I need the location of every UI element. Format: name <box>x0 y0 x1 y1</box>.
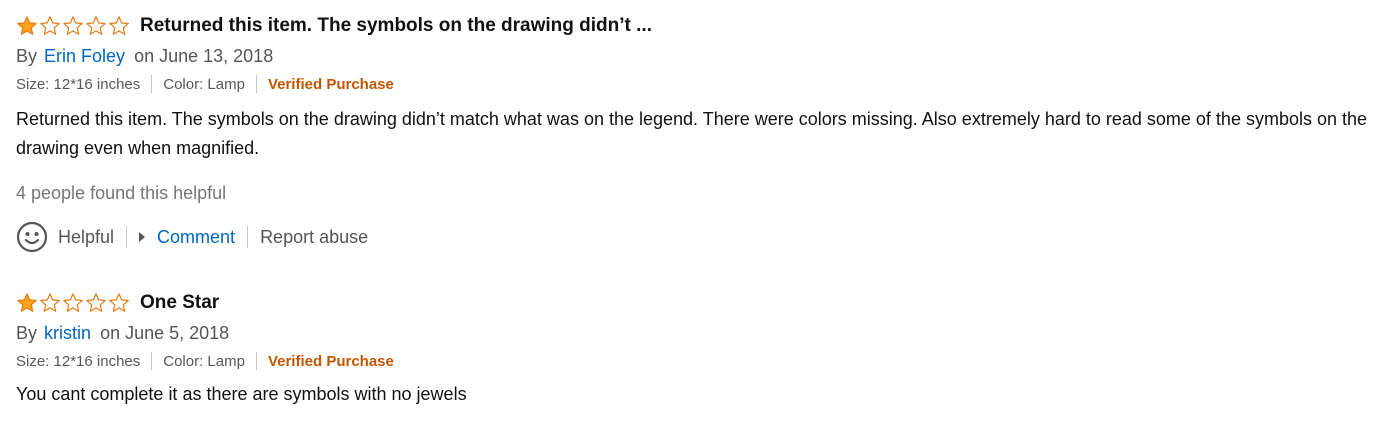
star-empty-icon <box>109 293 129 312</box>
review-date: on June 5, 2018 <box>100 323 230 343</box>
verified-purchase-badge[interactable]: Verified Purchase <box>268 353 394 370</box>
review-meta: Size: 12*16 inches Color: Lamp Verified … <box>16 73 1386 95</box>
helpful-button[interactable]: Helpful <box>58 227 114 248</box>
review-actions: Helpful Comment Report abuse <box>16 221 1386 253</box>
divider <box>151 352 153 370</box>
review-body: You cant complete it as there are symbol… <box>16 384 467 404</box>
star-empty-icon <box>109 16 129 35</box>
star-empty-icon <box>63 293 83 312</box>
star-empty-icon <box>86 16 106 35</box>
by-label: By <box>16 323 38 343</box>
color-variant: Color: Lamp <box>163 75 245 93</box>
helpful-count: 4 people found this helpful <box>16 183 227 203</box>
review: One Star By kristin on June 5, 2018 Size… <box>16 289 1386 409</box>
star-rating[interactable] <box>16 292 131 314</box>
divider <box>255 75 257 93</box>
review-meta: Size: 12*16 inches Color: Lamp Verified … <box>16 350 1386 372</box>
review-header: One Star <box>16 289 1386 317</box>
review-title[interactable]: Returned this item. The symbols on the d… <box>140 15 652 37</box>
review-header: Returned this item. The symbols on the d… <box>16 12 1386 40</box>
star-empty-icon <box>63 16 83 35</box>
star-filled-icon <box>17 16 37 35</box>
star-filled-icon <box>17 293 37 312</box>
divider <box>247 226 249 248</box>
divider <box>151 75 153 93</box>
star-empty-icon <box>40 293 60 312</box>
review: Returned this item. The symbols on the d… <box>16 12 1386 253</box>
review-body: Returned this item. The symbols on the d… <box>16 109 1368 158</box>
author-link[interactable]: Erin Foley <box>44 46 125 66</box>
star-empty-icon <box>86 293 106 312</box>
divider <box>255 352 257 370</box>
author-link[interactable]: kristin <box>44 323 91 343</box>
review-byline: By kristin on June 5, 2018 <box>16 321 1386 345</box>
caret-right-icon <box>139 232 146 242</box>
review-date: on June 13, 2018 <box>134 46 274 66</box>
review-byline: By Erin Foley on June 13, 2018 <box>16 44 1386 68</box>
comment-label: Comment <box>157 226 236 247</box>
star-empty-icon <box>40 16 60 35</box>
review-title[interactable]: One Star <box>140 292 219 314</box>
comment-link[interactable]: Comment <box>139 227 235 248</box>
report-abuse-link[interactable]: Report abuse <box>260 227 368 248</box>
star-rating[interactable] <box>16 15 131 37</box>
size-variant[interactable]: Size: 12*16 inches <box>16 76 140 93</box>
divider <box>126 226 128 248</box>
color-variant: Color: Lamp <box>163 352 245 370</box>
by-label: By <box>16 46 38 66</box>
size-variant[interactable]: Size: 12*16 inches <box>16 353 140 370</box>
verified-purchase-badge[interactable]: Verified Purchase <box>268 76 394 93</box>
smiley-face-icon[interactable] <box>16 221 48 253</box>
